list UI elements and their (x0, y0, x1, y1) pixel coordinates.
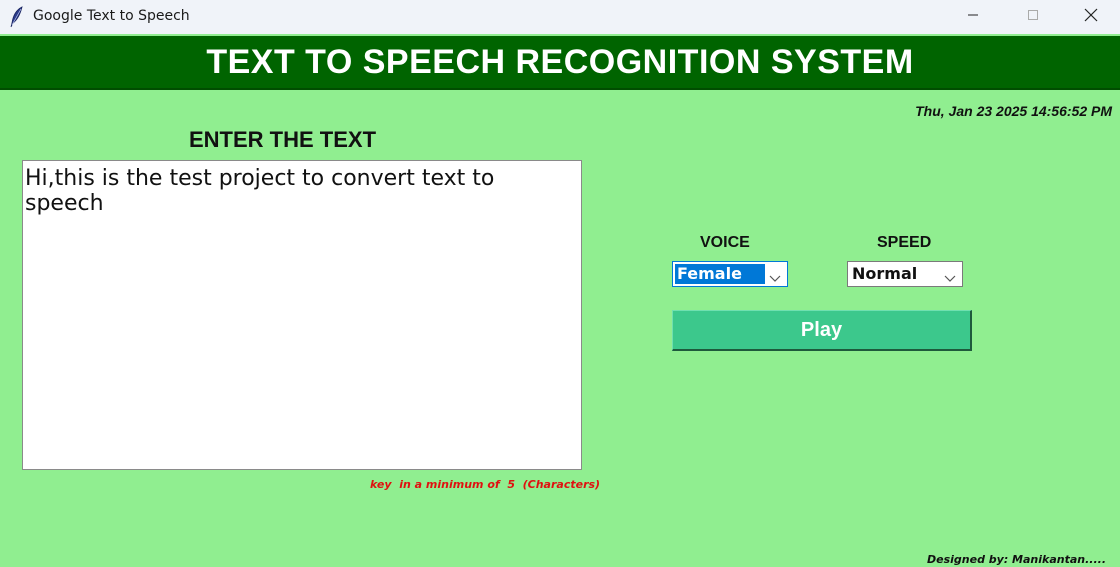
footer-credit: Designed by: Manikantan..... (927, 553, 1106, 566)
window-title: Google Text to Speech (33, 8, 190, 24)
text-input-label: ENTER THE TEXT (189, 127, 377, 152)
chevron-down-icon[interactable] (944, 270, 956, 282)
speed-select[interactable]: Normal (847, 261, 963, 287)
minimum-characters-hint: key in a minimum of 5 (Characters) (370, 478, 601, 491)
page-title: TEXT TO SPEECH RECOGNITION SYSTEM (206, 42, 914, 81)
minimize-icon (967, 8, 979, 26)
datetime-label: Thu, Jan 23 2025 14:56:52 PM (915, 103, 1112, 119)
maximize-button[interactable] (1010, 0, 1056, 34)
title-bar: Google Text to Speech (0, 0, 1120, 34)
close-button[interactable] (1068, 0, 1114, 34)
text-input[interactable] (22, 160, 582, 470)
voice-label: VOICE (700, 234, 750, 251)
header-banner: TEXT TO SPEECH RECOGNITION SYSTEM (0, 36, 1120, 90)
speed-select-value: Normal (852, 264, 918, 283)
play-button[interactable]: Play (672, 310, 972, 351)
maximize-icon (1027, 8, 1039, 26)
chevron-down-icon[interactable] (769, 270, 781, 282)
close-icon (1084, 8, 1098, 27)
voice-select[interactable]: Female (672, 261, 788, 287)
feather-icon (8, 6, 26, 28)
voice-select-value: Female (675, 264, 765, 284)
speed-label: SPEED (877, 234, 932, 251)
minimize-button[interactable] (950, 0, 996, 34)
